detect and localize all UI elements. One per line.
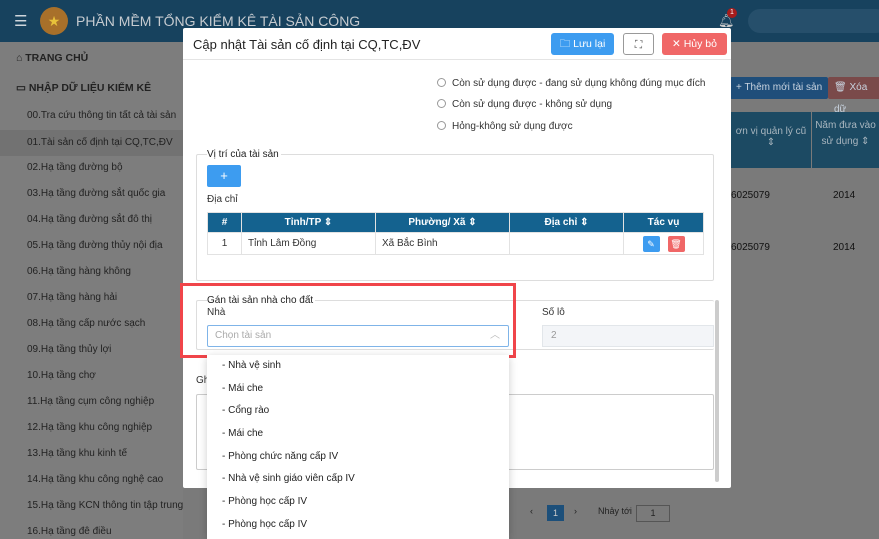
radio-label: Hỏng-không sử dụng được [452, 121, 573, 132]
radio-misused[interactable]: Còn sử dụng được - đang sử dụng không đú… [437, 78, 705, 89]
radio-label: Còn sử dụng được - không sử dụng [452, 99, 613, 110]
dropdown-option[interactable]: - Mái che [207, 378, 509, 401]
sidebar-home[interactable]: ⌂ TRANG CHỦ [16, 52, 88, 64]
sidebar-section-label: NHẬP DỮ LIỆU KIỂM KÊ [28, 82, 152, 94]
add-asset-button[interactable]: + Thêm mới tài sản [730, 77, 829, 99]
sidebar-item[interactable]: 11.Hạ tầng cụm công nghiệp [27, 396, 154, 407]
menu-icon[interactable]: ☰ [14, 12, 27, 30]
sidebar-item[interactable]: 14.Hạ tầng khu công nghệ cao [27, 474, 163, 485]
col-label: Địa chỉ [544, 217, 578, 228]
jump-label: Nhảy tới [598, 506, 632, 516]
dropdown-option[interactable]: - Phòng học cấp IV [207, 491, 509, 514]
edit-icon[interactable]: ✎ [642, 235, 660, 252]
cell-ward: Xã Bắc Bình [375, 232, 510, 255]
dropdown-option[interactable]: - Phòng học cấp IV [207, 514, 509, 537]
sidebar-item[interactable]: 00.Tra cứu thông tin tất cả tài sản [27, 110, 176, 121]
sidebar-item[interactable]: 03.Hạ tầng đường sắt quốc gia [27, 188, 165, 199]
sidebar-item[interactable]: 16.Hạ tầng đê điều [27, 526, 112, 537]
sidebar-home-label: TRANG CHỦ [25, 52, 89, 64]
col-label: Tỉnh/TP [284, 217, 322, 228]
col-province[interactable]: Tỉnh/TP ⇕ [241, 212, 376, 233]
jump-input[interactable]: 1 [636, 505, 670, 522]
dropdown-option[interactable]: - Mái che [207, 423, 509, 446]
dropdown-option[interactable]: - Nhà vệ sinh [207, 355, 509, 378]
delete-button[interactable]: 🗑 Xóa dữ [828, 77, 879, 115]
fullscreen-button[interactable]: ⛶ [623, 33, 654, 55]
sidebar-item[interactable]: 10.Hạ tầng chợ [27, 370, 96, 381]
delete-icon[interactable]: 🗑︎ [667, 235, 685, 252]
bg-cell-year: 2014 [833, 242, 856, 253]
radio-unused[interactable]: Còn sử dụng được - không sử dụng [437, 99, 612, 110]
sidebar: ⌂ TRANG CHỦ ▭ NHẬP DỮ LIỆU KIỂM KÊ 00.Tr… [0, 42, 183, 539]
radio-label: Còn sử dụng được - đang sử dụng không đú… [452, 78, 706, 89]
house-dropdown: - Nhà vệ sinh - Mái che - Cổng rào - Mái ch… [207, 355, 509, 539]
page-1[interactable]: 1 [547, 505, 564, 521]
sidebar-item[interactable]: 05.Hạ tầng đường thủy nội địa [27, 240, 163, 251]
search-input[interactable] [748, 9, 879, 33]
sidebar-item[interactable]: 09.Hạ tầng thủy lợi [27, 344, 111, 355]
emblem-logo: ★ [40, 7, 68, 35]
bg-cell-year: 2014 [833, 190, 856, 201]
cell-no: 1 [207, 232, 242, 255]
cell-province: Tỉnh Lâm Đồng [241, 232, 376, 255]
table-row: 1 Tỉnh Lâm Đồng Xã Bắc Bình ✎ 🗑︎ [207, 232, 704, 255]
bg-cell-code: 6025079 [731, 190, 770, 201]
sidebar-item[interactable]: 04.Hạ tầng đường sắt đô thị [27, 214, 152, 225]
radio-broken[interactable]: Hỏng-không sử dụng được [437, 121, 573, 132]
dropdown-option[interactable]: - Phòng chức năng cấp IV [207, 446, 509, 469]
sidebar-item[interactable]: 06.Hạ tầng hàng không [27, 266, 131, 277]
address-label: Địa chỉ [207, 194, 238, 205]
app-title: PHẦN MỀM TỔNG KIỂM KÊ TÀI SẢN CÔNG [76, 13, 361, 29]
col-ward[interactable]: Phường/ Xã ⇕ [375, 212, 510, 233]
cancel-label: Hủy bỏ [683, 38, 717, 50]
cancel-button[interactable]: ✕ Hủy bỏ [662, 33, 727, 55]
col-no: # [207, 212, 242, 233]
col-unit-header[interactable]: ơn vị quản lý cũ ⇕ [731, 112, 811, 168]
col-unit-label: ơn vị quản lý cũ [735, 126, 807, 137]
prev-page[interactable]: ‹ [530, 506, 533, 516]
save-label: Lưu lại [573, 38, 606, 50]
sidebar-section-input[interactable]: ▭ NHẬP DỮ LIỆU KIỂM KÊ [16, 82, 151, 94]
sidebar-item[interactable]: 12.Hạ tầng khu công nghiệp [27, 422, 152, 433]
dropdown-option[interactable]: - Nhà vệ sinh giáo viên cấp IV [207, 468, 509, 491]
save-button[interactable]: 🗀 Lưu lại [551, 33, 614, 55]
delete-label: Xóa dữ [834, 82, 868, 115]
dropdown-option[interactable]: - Cổng rào [207, 400, 509, 423]
notification-badge: 1 [727, 8, 737, 18]
modal-scrollbar[interactable] [715, 300, 719, 482]
sidebar-item[interactable]: 08.Hạ tầng cấp nước sạch [27, 318, 145, 329]
col-year-label: Năm đưa vào sử dụng [815, 120, 876, 147]
sidebar-item[interactable]: 15.Hạ tầng KCN thông tin tập trung [27, 500, 183, 511]
lot-label: Số lô [542, 307, 565, 318]
sidebar-item[interactable]: 02.Hạ tầng đường bộ [27, 162, 123, 173]
col-label: Phường/ Xã [408, 217, 466, 228]
location-table: # Tỉnh/TP ⇕ Phường/ Xã ⇕ Địa chỉ ⇕ Tác v… [207, 212, 704, 255]
modal-title: Cập nhật Tài sản cố định tại CQ,TC,ĐV [193, 37, 421, 52]
sidebar-item[interactable]: 07.Hạ tầng hàng hải [27, 292, 117, 303]
sidebar-item[interactable]: 13.Hạ tầng khu kinh tế [27, 448, 127, 459]
col-address[interactable]: Địa chỉ ⇕ [509, 212, 624, 233]
location-legend: Vị trí của tài sản [207, 149, 281, 160]
add-location-button[interactable]: + [207, 165, 241, 187]
next-page[interactable]: › [574, 506, 577, 516]
lot-input[interactable]: 2 [542, 325, 714, 347]
sidebar-item[interactable]: 01.Tài sản cố định tại CQ,TC,ĐV [0, 130, 183, 156]
col-year-header[interactable]: Năm đưa vào sử dụng ⇕ [812, 112, 879, 168]
col-actions: Tác vụ [623, 212, 704, 233]
cell-address [509, 232, 624, 255]
highlight-box [180, 283, 516, 358]
bg-cell-code: 6025079 [731, 242, 770, 253]
